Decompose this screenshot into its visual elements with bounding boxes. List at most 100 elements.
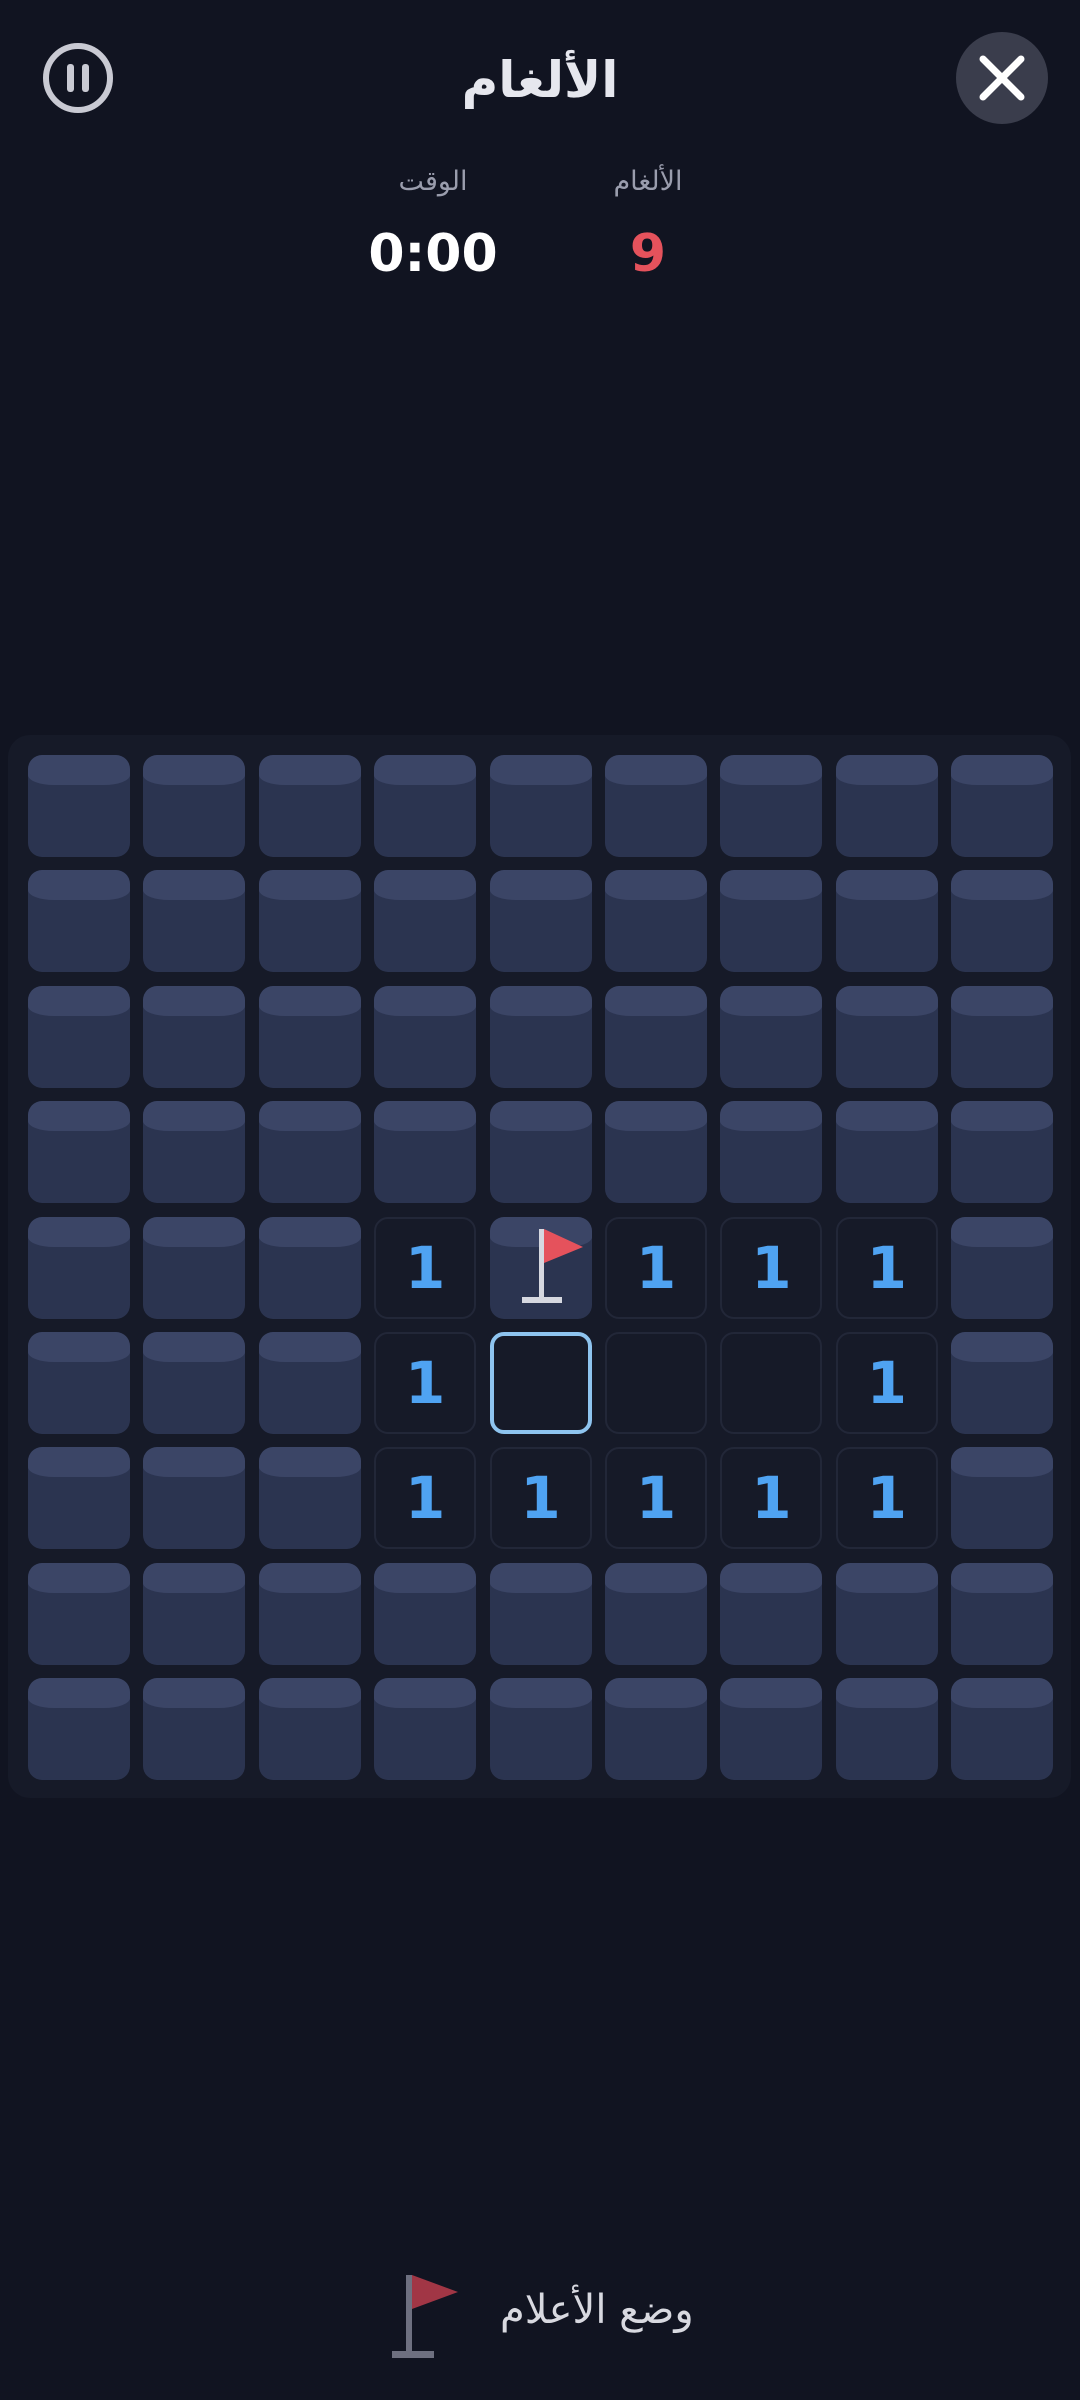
cell-covered[interactable] (835, 985, 938, 1088)
cell-covered[interactable] (835, 755, 938, 857)
flag-mode-toggle[interactable]: وضع الأعلام (380, 2260, 720, 2370)
cell-number-label: 1 (635, 1233, 677, 1302)
cell-covered[interactable] (951, 1678, 1054, 1781)
cell-covered[interactable] (143, 1562, 246, 1665)
cell-covered[interactable] (951, 1562, 1054, 1665)
cell-covered[interactable] (143, 1332, 246, 1434)
cell-covered[interactable] (720, 870, 823, 973)
cell-covered[interactable] (143, 1447, 246, 1550)
cell-covered[interactable] (258, 1332, 361, 1434)
cell-covered[interactable] (143, 985, 246, 1088)
cell-number[interactable]: 1 (720, 1216, 823, 1319)
cell-covered[interactable] (28, 755, 130, 857)
pause-button[interactable] (42, 42, 114, 114)
cell-covered[interactable] (258, 1101, 361, 1204)
cell-covered[interactable] (835, 1101, 938, 1204)
cell-covered[interactable] (835, 1678, 938, 1781)
cell-covered[interactable] (951, 985, 1054, 1088)
cell-covered[interactable] (720, 755, 823, 857)
cell-covered[interactable] (28, 870, 130, 973)
cell-covered[interactable] (720, 1101, 823, 1204)
time-label: الوقت (398, 166, 468, 197)
time-value: 0:00 (368, 224, 498, 284)
cell-covered[interactable] (258, 870, 361, 973)
time-stat: الوقت 0:00 (323, 160, 543, 294)
cell-covered[interactable] (143, 1216, 246, 1319)
cell-covered[interactable] (28, 1332, 130, 1434)
cell-covered[interactable] (374, 1101, 477, 1204)
cell-covered[interactable] (605, 1678, 707, 1781)
cell-covered[interactable] (835, 870, 938, 973)
cell-covered[interactable] (28, 1101, 130, 1204)
cell-number-label: 1 (866, 1464, 907, 1533)
cell-covered[interactable] (720, 1678, 823, 1781)
cell-covered[interactable] (28, 1678, 130, 1781)
cell-covered[interactable] (951, 1101, 1054, 1204)
cell-covered[interactable] (489, 985, 592, 1088)
cell-number-label: 1 (405, 1233, 446, 1302)
pause-icon (43, 43, 113, 113)
cell-covered[interactable] (374, 755, 477, 857)
cell-covered[interactable] (605, 985, 707, 1088)
cell-covered[interactable] (28, 1562, 130, 1665)
cell-covered[interactable] (489, 870, 592, 973)
cell-number-label: 1 (866, 1349, 907, 1417)
cell-covered[interactable] (143, 870, 246, 973)
cell-covered[interactable] (374, 870, 477, 973)
cell-number[interactable]: 1 (374, 1216, 477, 1319)
cell-covered[interactable] (28, 1447, 130, 1550)
cell-covered[interactable] (374, 1562, 477, 1665)
cell-covered[interactable] (951, 1332, 1054, 1434)
cell-number-label: 1 (751, 1233, 792, 1302)
cell-number[interactable]: 1 (720, 1447, 823, 1550)
cell-number-label: 1 (635, 1464, 677, 1533)
cell-number[interactable]: 1 (835, 1332, 938, 1434)
cell-covered[interactable] (143, 1101, 246, 1204)
cell-covered[interactable] (720, 985, 823, 1088)
close-icon (979, 55, 1025, 101)
cell-number[interactable]: 1 (605, 1447, 707, 1550)
cell-number[interactable]: 1 (374, 1447, 477, 1550)
cell-covered[interactable] (835, 1562, 938, 1665)
cell-covered[interactable] (951, 1216, 1054, 1319)
cell-covered[interactable] (374, 1678, 477, 1781)
cell-covered[interactable] (720, 1562, 823, 1665)
cell-selected[interactable] (489, 1332, 592, 1434)
cell-covered[interactable] (951, 870, 1054, 973)
cell-covered[interactable] (28, 1216, 130, 1319)
cell-covered[interactable] (258, 985, 361, 1088)
cell-covered[interactable] (258, 1447, 361, 1550)
cell-number[interactable]: 1 (489, 1447, 592, 1550)
cell-covered[interactable] (605, 1562, 707, 1665)
cell-covered[interactable] (489, 1678, 592, 1781)
cell-covered[interactable] (28, 985, 130, 1088)
cell-covered[interactable] (951, 1447, 1054, 1550)
cell-covered[interactable] (605, 870, 707, 973)
cell-number-label: 1 (405, 1464, 446, 1533)
cell-covered[interactable] (489, 1101, 592, 1204)
cell-number[interactable]: 1 (835, 1447, 938, 1550)
cell-covered[interactable] (489, 1562, 592, 1665)
game-board: 1 1 1 1 1 1 1 1 1 1 1 (8, 735, 1071, 1798)
close-button[interactable] (956, 32, 1048, 124)
cell-number[interactable]: 1 (605, 1216, 707, 1319)
cell-covered[interactable] (258, 755, 361, 857)
cell-covered[interactable] (605, 755, 707, 857)
cell-flagged[interactable] (489, 1216, 592, 1319)
cell-covered[interactable] (258, 1678, 361, 1781)
cell-covered[interactable] (258, 1216, 361, 1319)
cell-covered[interactable] (605, 1101, 707, 1204)
cell-number[interactable]: 1 (374, 1332, 477, 1434)
cell-covered[interactable] (258, 1562, 361, 1665)
cell-covered[interactable] (143, 1678, 246, 1781)
flag-icon (521, 1228, 583, 1303)
minesweeper-screen: الألغام الوقت 0:00 الألغام 9 11111111111… (0, 0, 1080, 2400)
cell-number[interactable]: 1 (835, 1216, 938, 1319)
cell-covered[interactable] (951, 755, 1054, 857)
page-title: الألغام (461, 51, 619, 109)
cell-covered[interactable] (374, 985, 477, 1088)
cell-empty[interactable] (605, 1332, 707, 1434)
cell-covered[interactable] (489, 755, 592, 857)
cell-empty[interactable] (720, 1332, 823, 1434)
cell-covered[interactable] (143, 755, 246, 857)
